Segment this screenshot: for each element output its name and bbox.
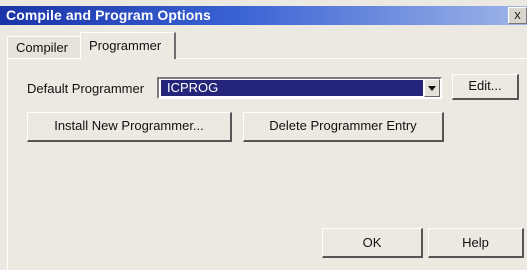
title-bar[interactable]: Compile and Program Options x (0, 6, 527, 25)
install-new-programmer-button[interactable]: Install New Programmer... (27, 112, 232, 142)
dropdown-button[interactable] (424, 79, 440, 97)
default-programmer-select[interactable]: ICPROG (157, 77, 442, 99)
chevron-down-icon (428, 86, 436, 91)
default-programmer-label: Default Programmer (27, 81, 145, 96)
help-button[interactable]: Help (428, 228, 524, 258)
edit-button[interactable]: Edit... (452, 74, 519, 100)
ok-button[interactable]: OK (322, 228, 423, 258)
compile-program-options-dialog: Compile and Program Options x Compiler P… (0, 0, 527, 270)
tab-programmer[interactable]: Programmer (80, 32, 176, 59)
tab-compiler[interactable]: Compiler (7, 36, 81, 58)
close-button[interactable]: x (508, 7, 527, 24)
default-programmer-value: ICPROG (161, 80, 423, 96)
window-title: Compile and Program Options (6, 7, 211, 23)
delete-programmer-entry-button[interactable]: Delete Programmer Entry (243, 112, 444, 142)
close-icon: x (514, 7, 521, 22)
